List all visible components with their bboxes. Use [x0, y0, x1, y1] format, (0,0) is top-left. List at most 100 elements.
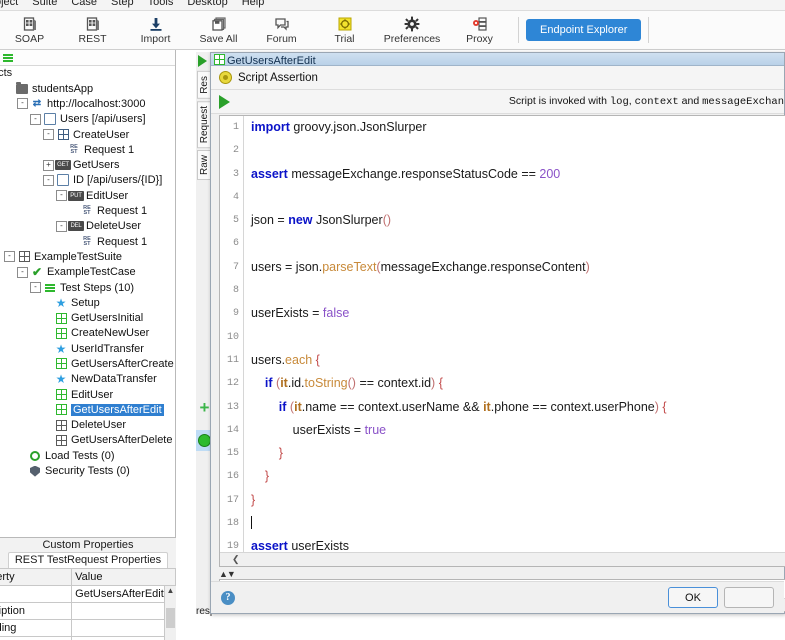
endpoint-explorer-button[interactable]: Endpoint Explorer — [526, 19, 642, 41]
code-line[interactable] — [245, 139, 785, 162]
tree-node[interactable]: - DEL DeleteUser — [0, 219, 175, 234]
tree-node[interactable]: Security Tests (0) — [0, 463, 175, 478]
menu-item-desktop[interactable]: Desktop — [180, 0, 234, 8]
groovy-script-editor[interactable]: 1 2 3 4 5 6 7 8 9 10 11 12 13 14 15 16 17 18 19 import gro… — [219, 115, 785, 567]
run-script-icon[interactable] — [219, 94, 230, 109]
tree-node[interactable]: - CreateUser — [0, 127, 175, 142]
tree-toggle[interactable]: - — [30, 113, 41, 125]
code-line[interactable]: users.each { — [245, 349, 785, 372]
code-line[interactable]: if (it.id.toString() == context.id) { — [245, 372, 785, 395]
menu-item-help[interactable]: Help — [235, 0, 272, 8]
tree-node[interactable]: GetUsersInitial — [0, 310, 175, 325]
tree-node[interactable]: RE ST Request 1 — [0, 142, 175, 157]
tree-node[interactable]: EditUser — [0, 387, 175, 402]
toolbar-save-all-button[interactable]: Save All — [187, 11, 250, 49]
scroll-left-icon[interactable]: ❮ — [220, 554, 240, 565]
menu-item-step[interactable]: Step — [104, 0, 141, 8]
tree-node[interactable]: - ID [/api/users/{ID}] — [0, 173, 175, 188]
tree-node[interactable]: CreateNewUser — [0, 326, 175, 341]
code-line[interactable]: userExists = true — [245, 419, 785, 442]
tree-node[interactable]: - ExampleTestSuite — [0, 249, 175, 264]
toolbar-rest-button[interactable]: REST — [61, 11, 124, 49]
property-value-cell[interactable] — [71, 602, 176, 620]
line-number: 3 — [232, 168, 239, 180]
scrollbar-thumb[interactable] — [166, 608, 175, 628]
tree-node[interactable]: GetUsersAfterCreate — [0, 356, 175, 371]
code-line[interactable]: } — [245, 489, 785, 512]
tree-toggle[interactable]: - — [17, 266, 28, 278]
tree-node[interactable]: GetUsersAfterDelete — [0, 433, 175, 448]
tree-toggle[interactable]: - — [56, 220, 67, 232]
toolbar-soap-button[interactable]: SOAP — [0, 11, 61, 49]
tree-node[interactable]: GetUsersAfterEdit — [0, 402, 175, 417]
tree-node[interactable]: - Users [/api/users] — [0, 112, 175, 127]
toolbar-save-all-label: Save All — [199, 32, 238, 45]
code-line[interactable]: import groovy.json.JsonSlurper — [245, 116, 785, 139]
tree-node[interactable]: - PUT EditUser — [0, 188, 175, 203]
code-line[interactable]: } — [245, 442, 785, 465]
property-value-cell[interactable]: GetUsersAfterEdit — [71, 585, 176, 603]
properties-row[interactable]: coding — [0, 619, 176, 637]
code-line[interactable] — [245, 512, 785, 535]
editor-horizontal-scrollbar[interactable]: ❮ — [220, 552, 785, 566]
tree-node[interactable]: + GET GetUsers — [0, 157, 175, 172]
code-line[interactable] — [245, 326, 785, 349]
code-line[interactable] — [245, 279, 785, 302]
code-line[interactable]: userExists = false — [245, 302, 785, 325]
tree-toggle[interactable]: - — [4, 251, 15, 263]
toolbar-trial-button[interactable]: Trial — [313, 11, 376, 49]
project-tree[interactable]: studentsApp - ⇄ http://localhost:3000- Users… — [0, 80, 175, 481]
navigator-view-icon[interactable] — [3, 53, 13, 62]
properties-row[interactable]: dpointhttp://localhost:... — [0, 636, 176, 640]
method-del-icon: DEL — [68, 220, 84, 232]
code-line[interactable]: assert userExists — [245, 535, 785, 552]
tree-toggle[interactable]: - — [30, 282, 41, 293]
tree-node[interactable]: - Test Steps (10) — [0, 280, 175, 295]
dialog-title-bar[interactable]: GetUsersAfterEdit — [211, 53, 784, 66]
code-line[interactable]: users = json.parseText(messageExchange.r… — [245, 256, 785, 279]
tree-toggle[interactable]: - — [56, 190, 67, 202]
tree-node[interactable]: RE ST Request 1 — [0, 203, 175, 218]
code-line[interactable]: assert messageExchange.responseStatusCod… — [245, 163, 785, 186]
property-value-cell[interactable]: http://localhost:... — [71, 636, 176, 640]
properties-row[interactable]: scription — [0, 602, 176, 620]
tree-toggle[interactable]: + — [43, 159, 54, 171]
property-value-cell[interactable] — [71, 619, 176, 637]
tree-node[interactable]: ★ Setup — [0, 295, 175, 310]
code-content[interactable]: import groovy.json.JsonSlurper assert mes… — [245, 116, 785, 552]
tree-node[interactable]: - ✔ ExampleTestCase — [0, 265, 175, 280]
tree-node[interactable]: ★ UserIdTransfer — [0, 341, 175, 356]
help-icon[interactable]: ? — [221, 590, 235, 605]
tree-node[interactable]: Load Tests (0) — [0, 448, 175, 463]
code-line[interactable] — [245, 186, 785, 209]
tree-node[interactable]: - ⇄ http://localhost:3000 — [0, 96, 175, 111]
tab-projects[interactable]: ects — [0, 67, 12, 79]
tree-node[interactable]: DeleteUser — [0, 418, 175, 433]
menu-item-case[interactable]: Case — [64, 0, 104, 8]
code-line[interactable]: } — [245, 465, 785, 488]
cancel-button[interactable] — [724, 587, 774, 608]
ok-button[interactable]: OK — [668, 587, 718, 608]
code-line[interactable] — [245, 232, 785, 255]
properties-scrollbar[interactable]: ▲ — [164, 586, 176, 640]
toolbar-proxy-button[interactable]: Proxy — [448, 11, 511, 49]
properties-row[interactable]: meGetUsersAfterEdit — [0, 585, 176, 603]
tree-toggle[interactable]: - — [43, 129, 54, 141]
toolbar-import-button[interactable]: Import — [124, 11, 187, 49]
toolbar-preferences-button[interactable]: Preferences — [376, 11, 448, 49]
toolbar-forum-button[interactable]: Forum — [250, 11, 313, 49]
code-line[interactable]: if (it.name == context.userName && it.ph… — [245, 396, 785, 419]
tree-toggle[interactable]: - — [43, 174, 54, 186]
scroll-up-icon[interactable]: ▲ — [165, 586, 176, 596]
run-step-icon[interactable] — [198, 55, 207, 67]
tree-node-label: Request 1 — [97, 205, 148, 218]
menu-item-project[interactable]: oject — [0, 0, 25, 8]
properties-tab[interactable]: REST TestRequest Properties — [8, 552, 168, 568]
code-line[interactable]: json = new JsonSlurper() — [245, 209, 785, 232]
menu-item-tools[interactable]: Tools — [141, 0, 181, 8]
tree-node[interactable]: ★ NewDataTransfer — [0, 372, 175, 387]
menu-item-suite[interactable]: Suite — [25, 0, 64, 8]
tree-node[interactable]: studentsApp — [0, 81, 175, 96]
tree-toggle[interactable]: - — [17, 98, 28, 110]
tree-node[interactable]: RE ST Request 1 — [0, 234, 175, 249]
